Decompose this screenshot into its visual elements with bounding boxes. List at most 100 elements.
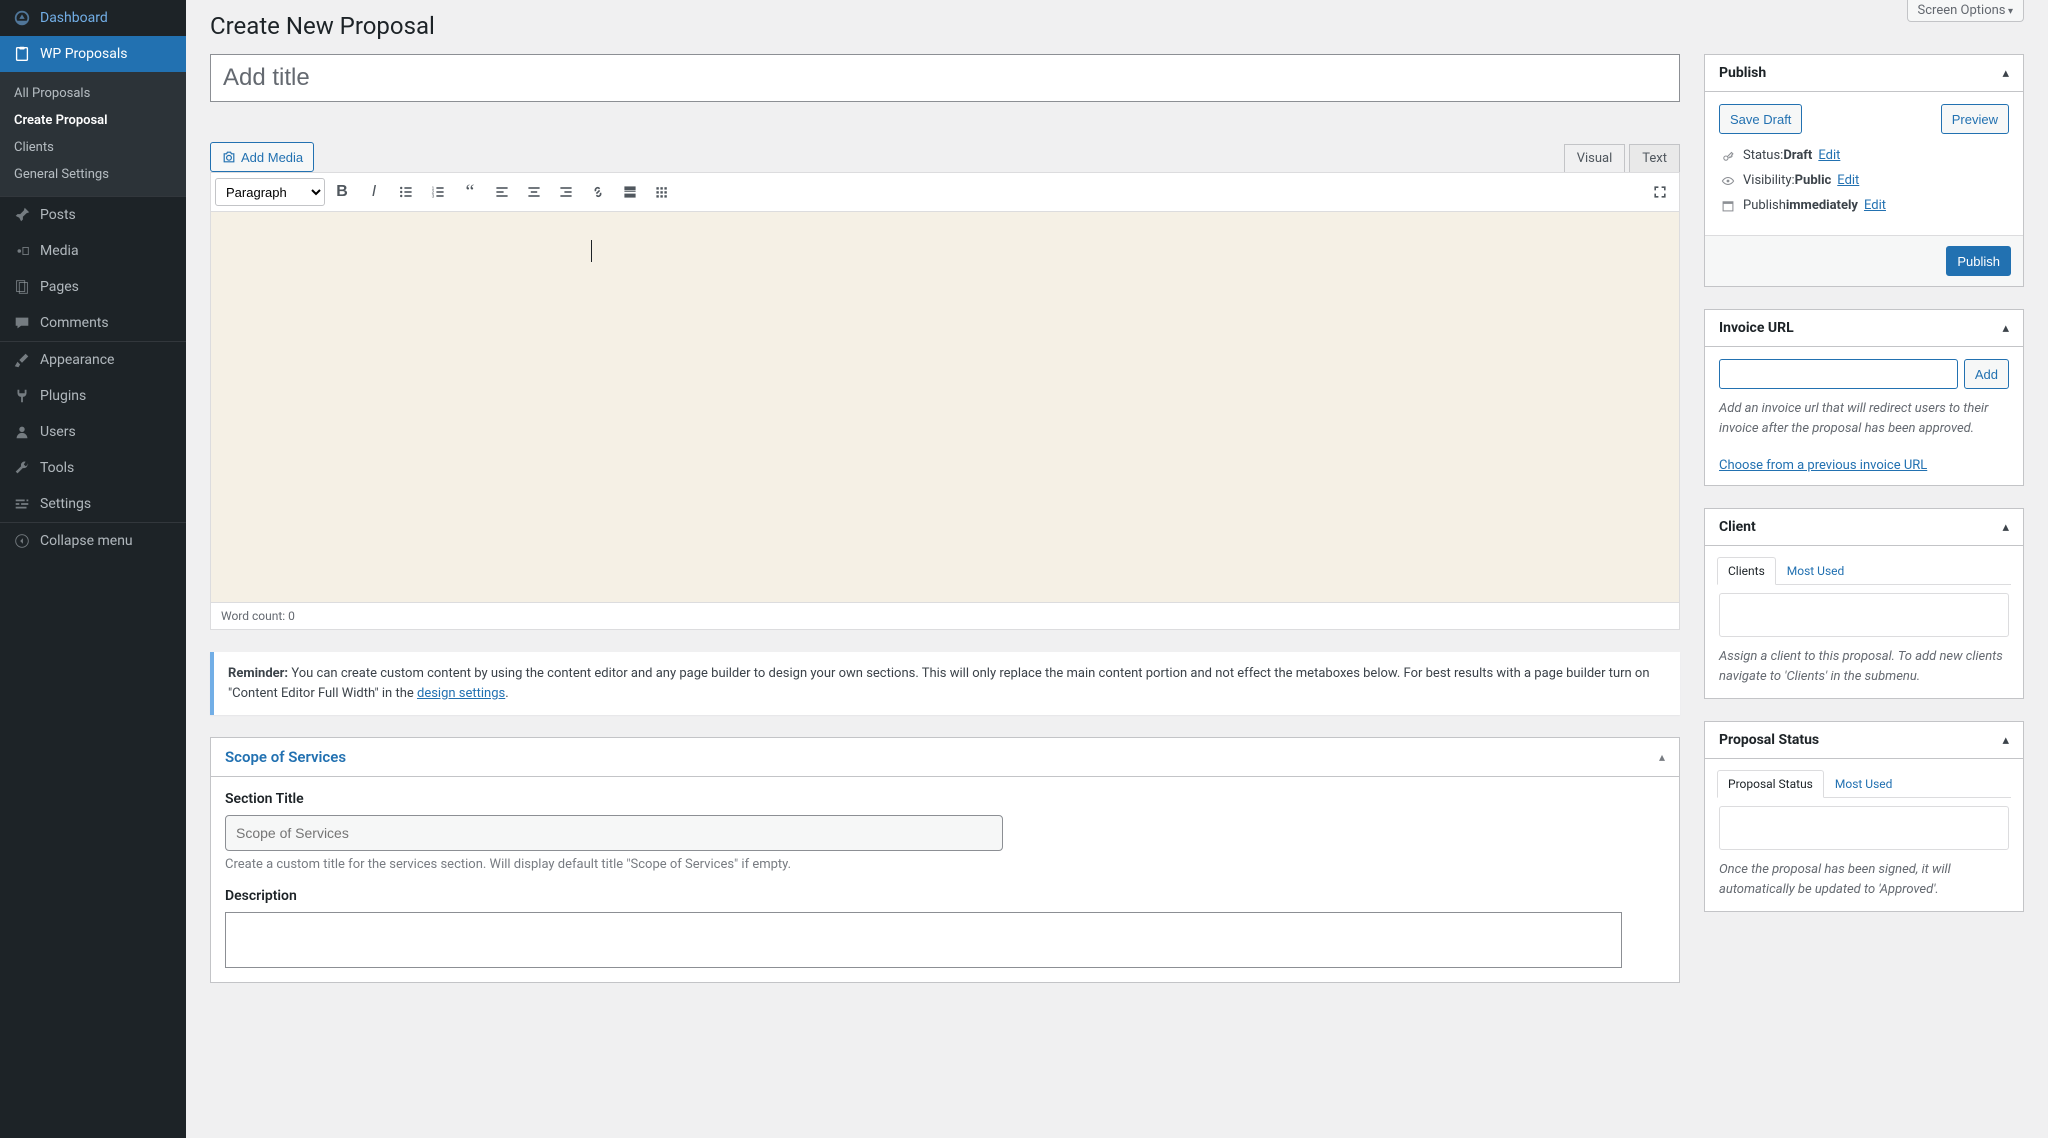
readmore-button[interactable]: [615, 177, 645, 207]
edit-visibility-link[interactable]: Edit: [1837, 173, 1859, 188]
design-settings-link[interactable]: design settings: [417, 686, 505, 701]
edit-status-link[interactable]: Edit: [1818, 148, 1840, 163]
publish-metabox: Publish ▴ Save Draft Preview Status: Dra…: [1704, 54, 2024, 287]
sidebar-item-comments[interactable]: Comments: [0, 305, 186, 341]
sidebar-item-label: Users: [40, 424, 76, 440]
submenu-item-clients[interactable]: Clients: [0, 134, 186, 161]
sidebar-item-label: WP Proposals: [40, 46, 127, 62]
submenu-item-all-proposals[interactable]: All Proposals: [0, 80, 186, 107]
toggle-status-icon[interactable]: ▴: [2002, 733, 2009, 748]
sidebar-item-posts[interactable]: Posts: [0, 197, 186, 233]
svg-text:3: 3: [432, 194, 435, 200]
sidebar-item-wp-proposals[interactable]: WP Proposals: [0, 36, 186, 72]
format-select[interactable]: Paragraph: [215, 178, 325, 206]
sidebar-item-label: Settings: [40, 496, 91, 512]
editor-box: Paragraph B I 123 “: [210, 172, 1680, 630]
sidebar-item-tools[interactable]: Tools: [0, 450, 186, 486]
clipboard-icon: [12, 44, 32, 64]
description-label: Description: [225, 888, 1665, 904]
invoice-add-button[interactable]: Add: [1964, 359, 2009, 389]
kitchen-sink-button[interactable]: [647, 177, 677, 207]
calendar-icon: [1719, 199, 1737, 213]
toggle-invoice-icon[interactable]: ▴: [2002, 321, 2009, 336]
sidebar-item-label: Posts: [40, 207, 76, 223]
preview-button[interactable]: Preview: [1941, 104, 2009, 134]
status-hint: Once the proposal has been signed, it wi…: [1719, 860, 2009, 899]
plug-icon: [12, 386, 32, 406]
tab-most-used-clients[interactable]: Most Used: [1776, 557, 1856, 585]
sidebar-item-label: Appearance: [40, 352, 114, 368]
blockquote-button[interactable]: “: [455, 177, 485, 207]
status-label: Status:: [1743, 148, 1783, 163]
screen-options-button[interactable]: Screen Options: [1907, 0, 2024, 22]
italic-button[interactable]: I: [359, 177, 389, 207]
invoice-url-metabox: Invoice URL ▴ Add Add an invoice url tha…: [1704, 309, 2024, 486]
numbered-list-button[interactable]: 123: [423, 177, 453, 207]
publish-button[interactable]: Publish: [1946, 246, 2011, 276]
publish-date-label: Publish: [1743, 198, 1786, 213]
add-media-button[interactable]: Add Media: [210, 142, 314, 172]
toggle-scope-icon[interactable]: ▴: [1659, 750, 1665, 764]
proposal-status-metabox: Proposal Status ▴ Proposal Status Most U…: [1704, 721, 2024, 912]
client-hint: Assign a client to this proposal. To add…: [1719, 647, 2009, 686]
section-title-input[interactable]: [225, 815, 1003, 851]
bullet-list-button[interactable]: [391, 177, 421, 207]
tab-proposal-status[interactable]: Proposal Status: [1717, 770, 1824, 798]
status-title: Proposal Status: [1719, 732, 1819, 748]
invoice-hint: Add an invoice url that will redirect us…: [1719, 399, 2009, 438]
admin-sidebar: Dashboard WP Proposals All Proposals Cre…: [0, 0, 186, 1138]
tab-clients[interactable]: Clients: [1717, 557, 1776, 585]
editor-content-area[interactable]: [211, 212, 1679, 602]
editor-footer: Word count: 0: [211, 602, 1679, 629]
submenu-item-create-proposal[interactable]: Create Proposal: [0, 107, 186, 134]
visibility-label: Visibility:: [1743, 173, 1795, 188]
description-textarea[interactable]: [225, 912, 1622, 968]
sidebar-item-settings[interactable]: Settings: [0, 486, 186, 522]
eye-icon: [1719, 174, 1737, 188]
sidebar-item-dashboard[interactable]: Dashboard: [0, 0, 186, 36]
edit-publish-date-link[interactable]: Edit: [1864, 198, 1886, 213]
toggle-publish-icon[interactable]: ▴: [2002, 66, 2009, 81]
sidebar-submenu: All Proposals Create Proposal Clients Ge…: [0, 72, 186, 196]
save-draft-button[interactable]: Save Draft: [1719, 104, 1802, 134]
link-button[interactable]: [583, 177, 613, 207]
sidebar-item-label: Collapse menu: [40, 533, 133, 549]
section-title-label: Section Title: [225, 791, 1665, 807]
dashboard-icon: [12, 8, 32, 28]
toggle-client-icon[interactable]: ▴: [2002, 520, 2009, 535]
tab-text[interactable]: Text: [1629, 144, 1680, 172]
sidebar-item-label: Pages: [40, 279, 79, 295]
align-center-button[interactable]: [519, 177, 549, 207]
bold-button[interactable]: B: [327, 177, 357, 207]
client-metabox: Client ▴ Clients Most Used Assign a clie…: [1704, 508, 2024, 699]
invoice-url-input[interactable]: [1719, 359, 1958, 389]
client-checklist[interactable]: [1719, 593, 2009, 637]
visibility-value: Public: [1795, 173, 1832, 188]
title-input[interactable]: [210, 54, 1680, 102]
status-value: Draft: [1783, 148, 1812, 163]
reminder-notice: Reminder: You can create custom content …: [210, 652, 1680, 715]
sidebar-item-media[interactable]: Media: [0, 233, 186, 269]
submenu-item-general-settings[interactable]: General Settings: [0, 161, 186, 188]
sidebar-item-users[interactable]: Users: [0, 414, 186, 450]
invoice-title: Invoice URL: [1719, 320, 1794, 336]
status-checklist[interactable]: [1719, 806, 2009, 850]
reminder-suffix: .: [505, 686, 508, 701]
pin-icon: [12, 205, 32, 225]
tab-most-used-status[interactable]: Most Used: [1824, 770, 1904, 798]
comments-icon: [12, 313, 32, 333]
sidebar-item-collapse[interactable]: Collapse menu: [0, 523, 186, 559]
camera-icon: [221, 149, 237, 165]
sidebar-item-plugins[interactable]: Plugins: [0, 378, 186, 414]
section-title-help: Create a custom title for the services s…: [225, 857, 1665, 872]
tab-visual[interactable]: Visual: [1564, 144, 1626, 172]
align-right-button[interactable]: [551, 177, 581, 207]
client-title: Client: [1719, 519, 1756, 535]
brush-icon: [12, 350, 32, 370]
align-left-button[interactable]: [487, 177, 517, 207]
choose-previous-invoice-link[interactable]: Choose from a previous invoice URL: [1719, 458, 1927, 473]
sidebar-item-label: Comments: [40, 315, 109, 331]
sidebar-item-pages[interactable]: Pages: [0, 269, 186, 305]
fullscreen-button[interactable]: [1645, 177, 1675, 207]
sidebar-item-appearance[interactable]: Appearance: [0, 342, 186, 378]
